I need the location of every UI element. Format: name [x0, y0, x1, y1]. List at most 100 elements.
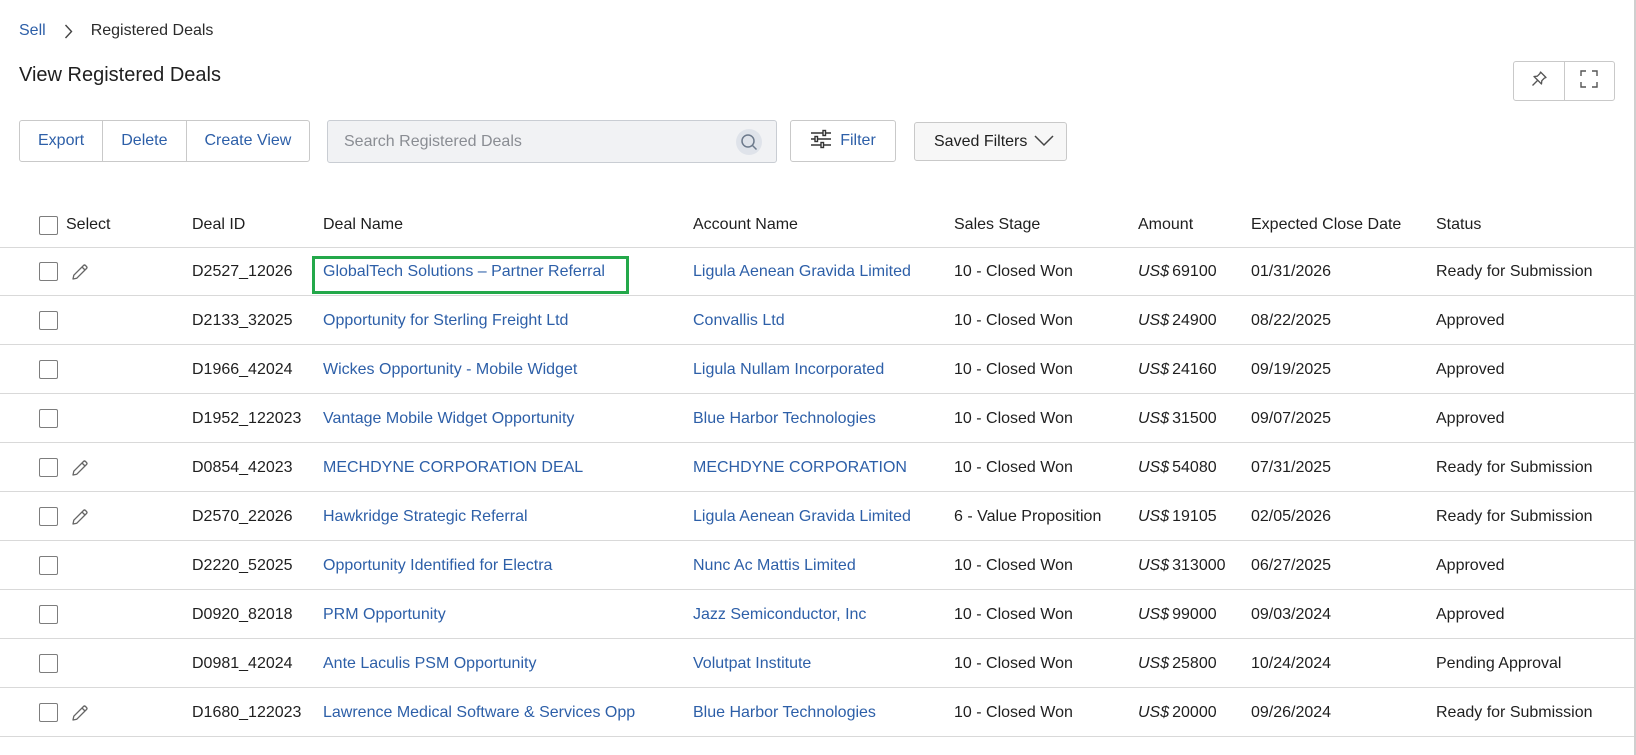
- cell-deal-name-link[interactable]: Hawkridge Strategic Referral: [323, 492, 528, 541]
- pencil-icon[interactable]: [70, 262, 90, 282]
- pin-button[interactable]: [1514, 62, 1564, 100]
- cell-deal-name-link[interactable]: MECHDYNE CORPORATION DEAL: [323, 443, 583, 492]
- cell-account-name-link[interactable]: Convallis Ltd: [693, 296, 785, 345]
- cell-close-date: 10/24/2024: [1251, 654, 1332, 672]
- cell-deal-name-link[interactable]: Ante Laculis PSM Opportunity: [323, 639, 536, 688]
- cell-deal-id: D2220_52025: [192, 556, 293, 574]
- cell-status: Ready for Submission: [1436, 262, 1593, 280]
- column-header-sales-stage[interactable]: Sales Stage: [954, 203, 1040, 247]
- saved-filters-label: Saved Filters: [934, 132, 1028, 150]
- column-header-select: Select: [66, 216, 111, 233]
- cell-amount: US$ 54080: [1138, 443, 1217, 492]
- cell-deal-id: D0920_82018: [192, 605, 293, 623]
- cell-account-name-link[interactable]: Blue Harbor Technologies: [693, 688, 876, 737]
- create-view-button[interactable]: Create View: [185, 121, 310, 161]
- pencil-icon[interactable]: [70, 458, 90, 478]
- cell-account-name-link[interactable]: Nunc Ac Mattis Limited: [693, 541, 856, 590]
- table-row: D2527_12026 GlobalTech Solutions – Partne…: [0, 247, 1634, 296]
- filter-button[interactable]: Filter: [790, 120, 896, 162]
- cell-amount: US$ 69100: [1138, 247, 1217, 296]
- currency-label: US$: [1138, 556, 1170, 574]
- currency-label: US$: [1138, 262, 1170, 280]
- cell-sales-stage: 10 - Closed Won: [954, 360, 1073, 378]
- cell-close-date: 08/22/2025: [1251, 311, 1332, 329]
- table-row: D0981_42024 Ante Laculis PSM Opportunity V…: [0, 639, 1634, 688]
- search-icon[interactable]: [736, 129, 762, 155]
- cell-amount: US$ 24160: [1138, 345, 1217, 394]
- breadcrumb-sell-link[interactable]: Sell: [19, 22, 46, 40]
- row-select-cell: [39, 492, 90, 541]
- cell-status: Ready for Submission: [1436, 507, 1593, 525]
- table-row: D2570_22026 Hawkridge Strategic Referral L…: [0, 492, 1634, 541]
- currency-label: US$: [1138, 409, 1170, 427]
- cell-deal-name-link[interactable]: Wickes Opportunity - Mobile Widget: [323, 345, 577, 394]
- table-row: D1680_122023 Lawrence Medical Software & …: [0, 688, 1634, 737]
- row-checkbox[interactable]: [39, 409, 58, 428]
- cell-amount: US$ 24900: [1138, 296, 1217, 345]
- row-checkbox[interactable]: [39, 360, 58, 379]
- row-select-cell: [39, 541, 58, 590]
- cell-sales-stage: 10 - Closed Won: [954, 556, 1073, 574]
- row-checkbox[interactable]: [39, 458, 58, 477]
- column-header-deal-id[interactable]: Deal ID: [192, 203, 245, 247]
- table-row: D2220_52025 Opportunity Identified for El…: [0, 541, 1634, 590]
- row-checkbox[interactable]: [39, 507, 58, 526]
- cell-account-name-link[interactable]: Blue Harbor Technologies: [693, 394, 876, 443]
- row-checkbox[interactable]: [39, 311, 58, 330]
- cell-deal-id: D0854_42023: [192, 458, 293, 476]
- cell-account-name-link[interactable]: Jazz Semiconductor, Inc: [693, 590, 866, 639]
- cell-status: Approved: [1436, 605, 1505, 623]
- cell-account-name-link[interactable]: Ligula Aenean Gravida Limited: [693, 492, 911, 541]
- column-header-deal-name[interactable]: Deal Name: [323, 203, 403, 247]
- currency-label: US$: [1138, 703, 1170, 721]
- cell-deal-name-link[interactable]: Lawrence Medical Software & Services Opp: [323, 688, 635, 737]
- row-select-cell: [39, 345, 58, 394]
- pencil-icon[interactable]: [70, 507, 90, 527]
- currency-label: US$: [1138, 654, 1170, 672]
- row-checkbox[interactable]: [39, 605, 58, 624]
- cell-sales-stage: 10 - Closed Won: [954, 458, 1073, 476]
- search-input[interactable]: [344, 121, 724, 162]
- row-checkbox[interactable]: [39, 556, 58, 575]
- pencil-icon[interactable]: [70, 703, 90, 723]
- cell-sales-stage: 10 - Closed Won: [954, 262, 1073, 280]
- cell-deal-id: D1966_42024: [192, 360, 293, 378]
- row-select-cell: [39, 688, 90, 737]
- export-button[interactable]: Export: [20, 121, 102, 161]
- cell-deal-name-link[interactable]: Vantage Mobile Widget Opportunity: [323, 394, 574, 443]
- cell-deal-id: D1952_122023: [192, 409, 302, 427]
- cell-deal-name-link[interactable]: Opportunity for Sterling Freight Ltd: [323, 296, 568, 345]
- cell-account-name-link[interactable]: Ligula Nullam Incorporated: [693, 345, 884, 394]
- saved-filters-dropdown[interactable]: Saved Filters: [914, 122, 1067, 161]
- cell-deal-name-link[interactable]: GlobalTech Solutions – Partner Referral: [323, 247, 605, 296]
- cell-amount: US$ 99000: [1138, 590, 1217, 639]
- cell-account-name-link[interactable]: Volutpat Institute: [693, 639, 811, 688]
- column-header-status[interactable]: Status: [1436, 203, 1481, 247]
- amount-value: 20000: [1172, 703, 1217, 721]
- cell-sales-stage: 10 - Closed Won: [954, 703, 1073, 721]
- currency-label: US$: [1138, 311, 1170, 329]
- row-select-cell: [39, 394, 58, 443]
- action-toolbar: Export Delete Create View: [19, 120, 311, 162]
- row-select-cell: [39, 443, 90, 492]
- fullscreen-button[interactable]: [1563, 62, 1615, 100]
- cell-deal-id: D2133_32025: [192, 311, 293, 329]
- select-all-checkbox[interactable]: [39, 215, 58, 235]
- cell-amount: US$ 25800: [1138, 639, 1217, 688]
- currency-label: US$: [1138, 507, 1170, 525]
- pin-icon: [1530, 70, 1548, 93]
- column-header-close-date[interactable]: Expected Close Date: [1251, 203, 1401, 247]
- cell-deal-name-link[interactable]: PRM Opportunity: [323, 590, 446, 639]
- cell-deal-name-link[interactable]: Opportunity Identified for Electra: [323, 541, 552, 590]
- row-checkbox[interactable]: [39, 654, 58, 673]
- cell-account-name-link[interactable]: MECHDYNE CORPORATION: [693, 443, 907, 492]
- cell-account-name-link[interactable]: Ligula Aenean Gravida Limited: [693, 247, 911, 296]
- column-header-amount[interactable]: Amount: [1138, 203, 1193, 247]
- currency-label: US$: [1138, 360, 1170, 378]
- delete-button[interactable]: Delete: [102, 121, 185, 161]
- row-checkbox[interactable]: [39, 703, 58, 722]
- cell-sales-stage: 10 - Closed Won: [954, 311, 1073, 329]
- row-checkbox[interactable]: [39, 262, 58, 281]
- column-header-account-name[interactable]: Account Name: [693, 203, 798, 247]
- amount-value: 31500: [1172, 409, 1217, 427]
